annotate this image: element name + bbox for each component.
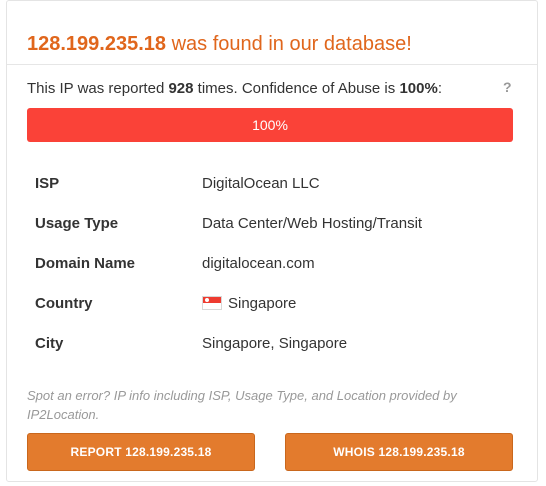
abuse-confidence-label: 100%: [252, 117, 288, 133]
country-cell: Singapore: [194, 283, 513, 323]
city-value: Singapore, Singapore: [202, 334, 348, 352]
title-ip: 128.199.235.18: [27, 33, 167, 55]
title-found-text: was found in our database!: [166, 33, 412, 55]
report-prefix: This IP was reported: [27, 80, 169, 97]
help-icon[interactable]: ?: [503, 79, 512, 95]
ip-result-card: 128.199.235.18 was found in our database…: [6, 0, 538, 482]
isp-value: DigitalOcean LLC: [202, 174, 320, 192]
domain-name-value: digitalocean.com: [202, 254, 315, 272]
country-value: Singapore: [228, 294, 297, 312]
attribution-note: Spot an error? IP info including ISP, Us…: [27, 388, 457, 422]
table-row: City Singapore, Singapore: [27, 323, 513, 363]
city-key: City: [35, 334, 64, 352]
singapore-flag-icon: [202, 295, 222, 310]
report-suffix: :: [437, 80, 442, 97]
ip-info-table: ISP DigitalOcean LLC Usage Type Data Cen…: [27, 163, 513, 363]
domain-name-key: Domain Name: [35, 254, 136, 272]
usage-type-key: Usage Type: [35, 214, 119, 232]
abuse-confidence-bar: 100%: [27, 108, 513, 142]
table-row: ISP DigitalOcean LLC: [27, 163, 513, 203]
result-title: 128.199.235.18 was found in our database…: [27, 33, 412, 56]
isp-key: ISP: [35, 174, 60, 192]
usage-type-value: Data Center/Web Hosting/Transit: [202, 214, 423, 232]
table-row: Usage Type Data Center/Web Hosting/Trans…: [27, 203, 513, 243]
report-ip-button[interactable]: REPORT 128.199.235.18: [27, 433, 255, 471]
report-summary: This IP was reported 928 times. Confiden…: [27, 80, 442, 97]
table-row: Domain Name digitalocean.com: [27, 243, 513, 283]
table-row: Country Singapore: [27, 283, 513, 323]
whois-ip-button[interactable]: WHOIS 128.199.235.18: [285, 433, 513, 471]
confidence-value: 100%: [399, 80, 438, 97]
report-middle: times. Confidence of Abuse is: [193, 80, 400, 97]
country-key: Country: [35, 294, 93, 312]
divider: [7, 64, 537, 65]
report-count: 928: [168, 80, 194, 97]
